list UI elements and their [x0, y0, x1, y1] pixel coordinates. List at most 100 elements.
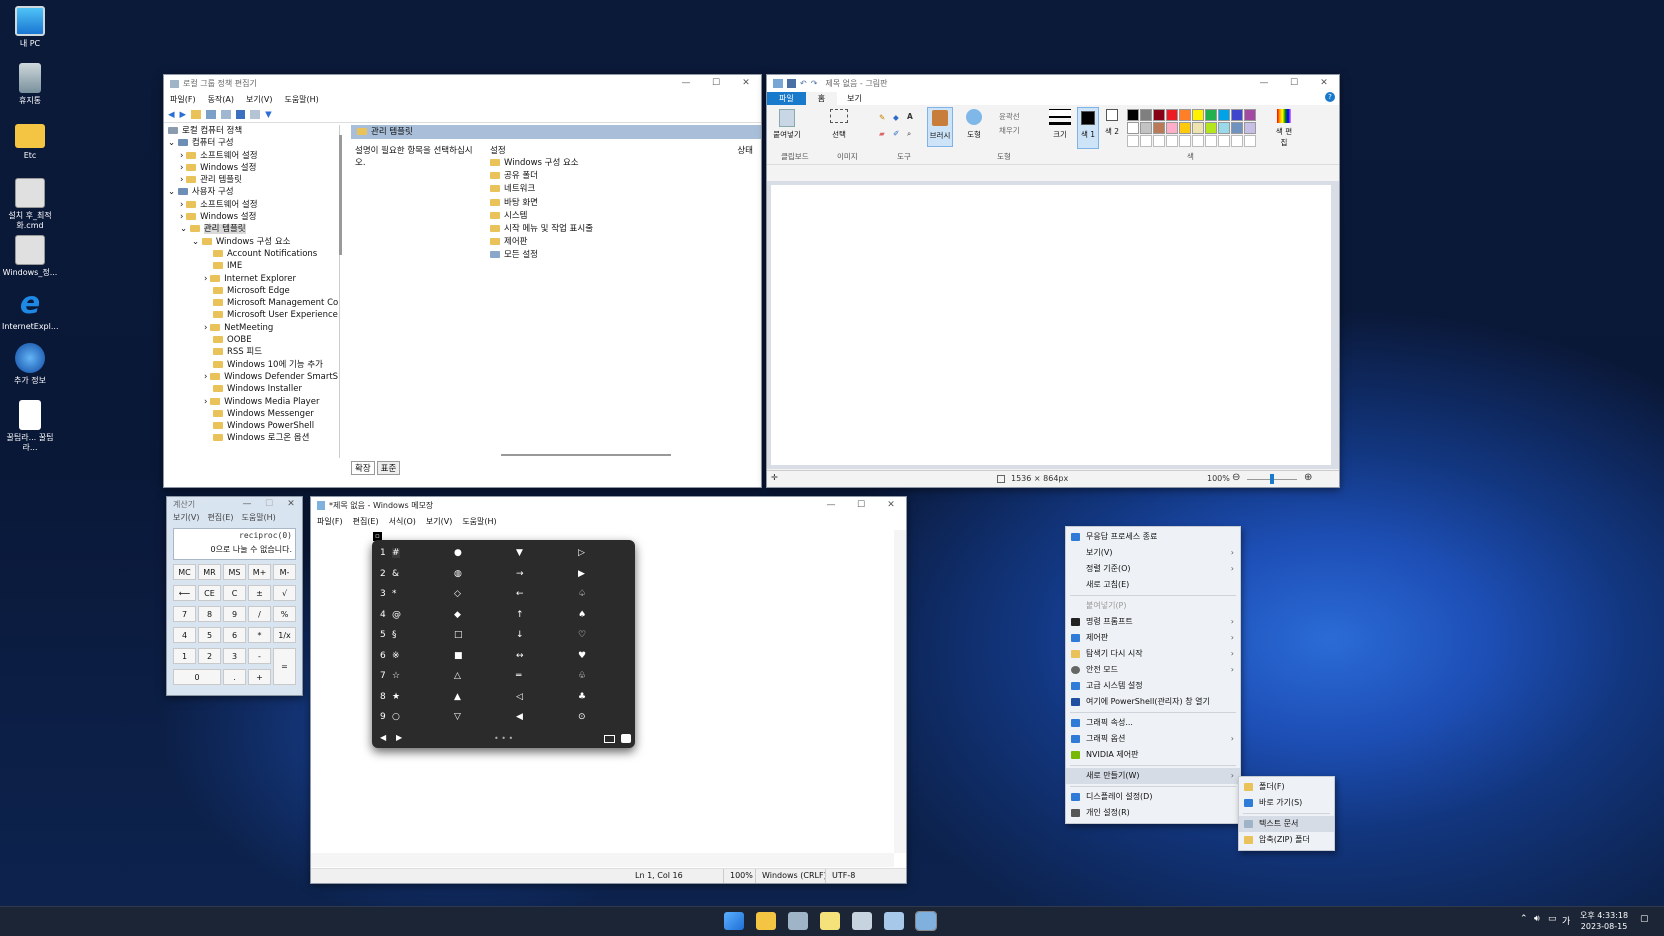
palette-swatch[interactable] [1231, 109, 1243, 121]
palette-swatch[interactable] [1244, 109, 1256, 121]
symbol-cell[interactable]: ▼ [516, 548, 523, 558]
horizontal-scrollbar[interactable] [311, 853, 894, 867]
palette-swatch[interactable] [1179, 109, 1191, 121]
menu-view[interactable]: 보기(V) [173, 512, 199, 523]
desktop-icon-etc[interactable]: Etc [2, 120, 58, 161]
tray-chevron-icon[interactable]: ⌃ [1520, 914, 1528, 924]
tree-item[interactable]: › Windows 설정 [164, 162, 339, 174]
desktop-icon-cmd[interactable]: 설치 후_최적화.cmd [2, 178, 58, 231]
menu-format[interactable]: 서식(O) [389, 516, 416, 527]
tree-item[interactable]: ⌄ 사용자 구성 [164, 186, 339, 198]
menu-item-personalize[interactable]: 개인 설정(R) [1066, 805, 1240, 821]
list-item[interactable]: 시스템 [490, 210, 593, 223]
symbol-cell[interactable]: ◇ [454, 589, 461, 599]
filter-icon[interactable]: ▼ [265, 110, 272, 120]
notification-icon[interactable]: ▢ [1640, 914, 1649, 924]
palette-swatch-empty[interactable] [1127, 135, 1139, 147]
help-icon[interactable]: ? [1325, 92, 1335, 102]
symbol-cell[interactable]: ♤ [578, 589, 586, 599]
tree-item[interactable]: Microsoft User Experience [164, 309, 339, 321]
back-arrow-icon[interactable]: ◀ [168, 110, 175, 120]
submenu-item-shortcut[interactable]: 바로 가기(S) [1239, 795, 1334, 811]
menu-item-kill-process[interactable]: 무응답 프로세스 종료 [1066, 529, 1240, 545]
tree-item[interactable]: IME [164, 260, 339, 272]
palette-swatch[interactable] [1205, 109, 1217, 121]
tree-item[interactable]: › Windows Defender SmartS [164, 371, 339, 383]
menu-edit[interactable]: 편집(E) [353, 516, 379, 527]
symbol-cell[interactable]: □ [454, 630, 463, 640]
menu-item-new[interactable]: 새로 만들기(W) › [1066, 768, 1240, 784]
palette-swatch[interactable] [1153, 109, 1165, 121]
tree-scrollbar[interactable] [339, 135, 342, 255]
palette-swatch[interactable] [1140, 109, 1152, 121]
tree-item-selected[interactable]: ⌄ 관리 템플릿 [164, 223, 339, 235]
tab-file[interactable]: 파일 [767, 92, 806, 105]
symbol-cell[interactable]: # [392, 548, 400, 558]
calculator-taskbar-icon[interactable] [852, 912, 872, 930]
submenu-item-text-document[interactable]: 텍스트 문서 [1239, 816, 1334, 832]
tree-item[interactable]: › NetMeeting [164, 322, 339, 334]
tree-item[interactable]: Windows Installer [164, 383, 339, 395]
close-button[interactable]: ✕ [1309, 75, 1339, 92]
forward-arrow-icon[interactable]: ▶ [180, 110, 187, 120]
picker-icon[interactable]: ✐ [893, 129, 899, 138]
palette-swatch[interactable] [1231, 122, 1243, 134]
palette-swatch[interactable] [1179, 122, 1191, 134]
symbol-cell[interactable]: ▲ [454, 692, 461, 702]
paint-taskbar-icon[interactable] [884, 912, 904, 930]
tree-item[interactable]: Account Notifications [164, 248, 339, 260]
gpedit-titlebar[interactable]: 로컬 그룹 정책 편집기 — ☐ ✕ [164, 75, 761, 92]
magnifier-icon[interactable]: ⌕ [907, 129, 911, 139]
symbol-cell[interactable]: ◆ [454, 610, 461, 620]
prev-arrow-icon[interactable]: ◀ [380, 733, 386, 742]
size-button[interactable]: 크기 [1049, 109, 1071, 140]
palette-swatch[interactable] [1244, 122, 1256, 134]
menu-file[interactable]: 파일(F) [317, 516, 343, 527]
palette-swatch[interactable] [1218, 122, 1230, 134]
submenu-item-folder[interactable]: 폴더(F) [1239, 779, 1334, 795]
gpedit-taskbar-icon[interactable] [788, 912, 808, 930]
menu-item-view[interactable]: 보기(V) › [1066, 545, 1240, 561]
symbol-cell[interactable]: ♥ [578, 651, 586, 661]
symbol-cell[interactable]: ♡ [578, 630, 586, 640]
maximize-button[interactable]: ☐ [846, 497, 876, 514]
fill-dropdown[interactable]: 채우기 [999, 125, 1020, 136]
list-item[interactable]: Windows 구성 요소 [490, 157, 593, 170]
desktop-icon-mypc[interactable]: 내 PC [2, 6, 58, 49]
palette-swatch[interactable] [1205, 122, 1217, 134]
menu-view[interactable]: 보기(V) [426, 516, 452, 527]
palette-swatch-empty[interactable] [1153, 135, 1165, 147]
up-folder-icon[interactable] [191, 110, 202, 119]
menu-item-refresh[interactable]: 새로 고침(E) [1066, 577, 1240, 593]
notepad-titlebar[interactable]: *제목 없음 - Windows 메모장 — ☐ ✕ [311, 497, 906, 514]
close-button[interactable]: ✕ [280, 497, 302, 511]
paint-titlebar[interactable]: ↶ ↷ 제목 없음 - 그림판 — ☐ ✕ [767, 75, 1339, 92]
close-button[interactable]: ✕ [731, 75, 761, 92]
menu-item-advanced-system[interactable]: 고급 시스템 설정 [1066, 678, 1240, 694]
palette-swatch[interactable] [1166, 122, 1178, 134]
menu-view[interactable]: 보기(V) [246, 94, 272, 105]
minimize-button[interactable]: — [236, 497, 258, 511]
calc-key[interactable]: 7 [173, 606, 196, 622]
select-button[interactable]: 선택 [827, 109, 851, 140]
palette-swatch[interactable] [1166, 109, 1178, 121]
menu-item-cmd[interactable]: 명령 프롬프트 › [1066, 614, 1240, 630]
symbol-cell[interactable]: ← [516, 589, 524, 599]
maximize-button[interactable]: ☐ [258, 497, 280, 511]
calc-key[interactable]: = [273, 648, 296, 685]
next-arrow-icon[interactable]: ▶ [396, 733, 402, 742]
color1-button[interactable]: 색 1 [1077, 107, 1099, 149]
menu-help[interactable]: 도움말(H) [462, 516, 496, 527]
submenu-item-zip[interactable]: 압축(ZIP) 폴더 [1239, 832, 1334, 848]
tab-standard[interactable]: 표준 [376, 461, 401, 475]
list-item[interactable]: 시작 메뉴 및 작업 표시줄 [490, 223, 593, 236]
fill-icon[interactable]: ◆ [893, 113, 899, 122]
calc-key[interactable]: MC [173, 564, 196, 580]
tree-item[interactable]: Microsoft Edge [164, 285, 339, 297]
minimize-button[interactable]: — [816, 497, 846, 514]
edit-colors-button[interactable]: 색 편집 [1273, 109, 1295, 148]
ime-indicator[interactable]: 가 [1562, 914, 1570, 927]
start-button[interactable] [724, 912, 744, 930]
palette-swatch-empty[interactable] [1140, 135, 1152, 147]
outline-dropdown[interactable]: 윤곽선 [999, 111, 1020, 122]
